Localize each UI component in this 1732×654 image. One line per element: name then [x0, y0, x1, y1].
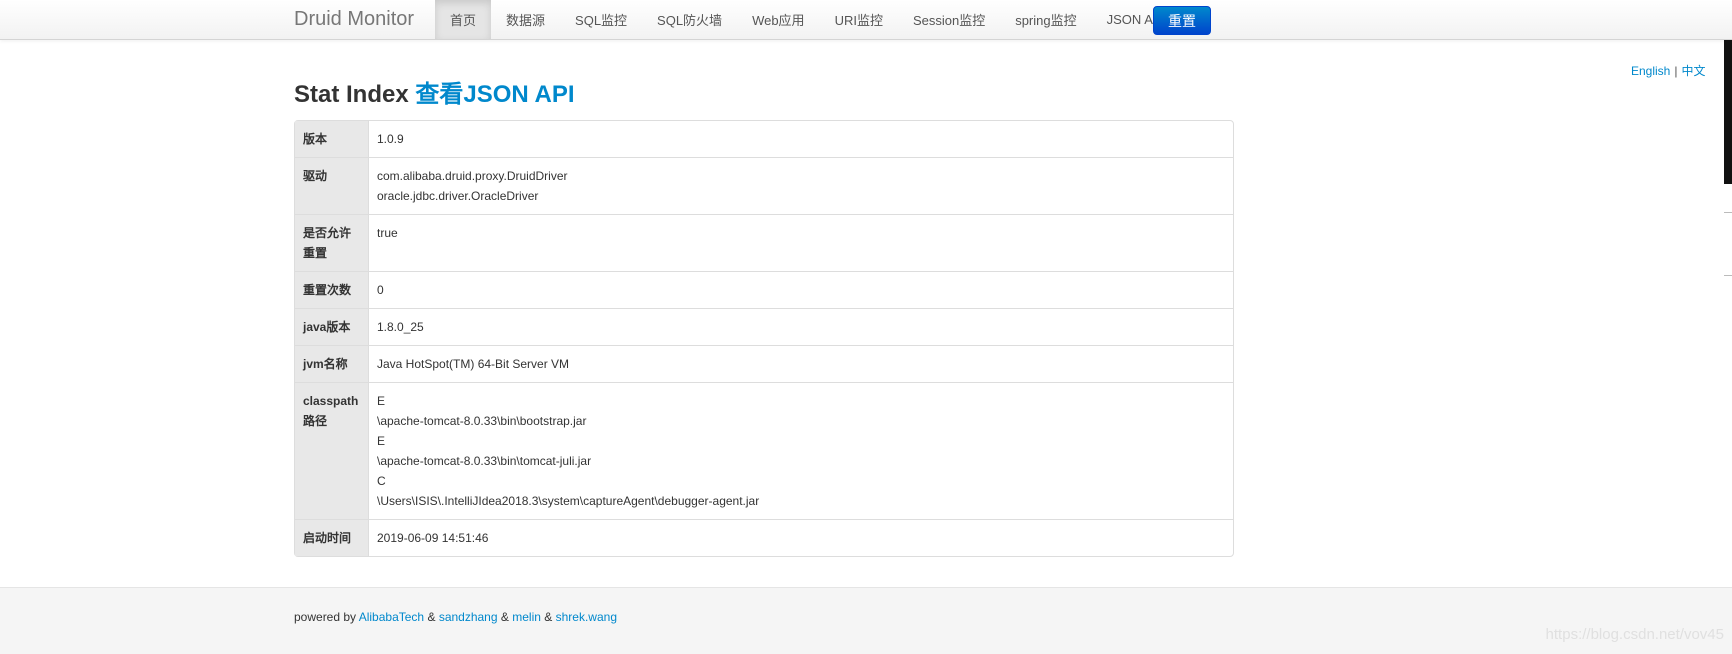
row-value: 0 — [369, 271, 1233, 308]
classpath-line: E — [377, 434, 386, 448]
row-value: true — [369, 214, 1233, 271]
footer-link-shrek-wang[interactable]: shrek.wang — [556, 610, 617, 624]
nav-item-home[interactable]: 首页 — [435, 0, 492, 39]
table-row: classpath 路径 E \apache-tomcat-8.0.33\bin… — [295, 382, 1233, 519]
classpath-line: E — [377, 394, 386, 408]
scrollbar-thumb[interactable] — [1724, 40, 1732, 184]
row-value: 2019-06-09 14:51:46 — [369, 519, 1233, 556]
driver-line: oracle.jdbc.driver.OracleDriver — [377, 189, 539, 203]
classpath-line: \apache-tomcat-8.0.33\bin\bootstrap.jar — [377, 414, 587, 428]
table-row: 启动时间 2019-06-09 14:51:46 — [295, 519, 1233, 556]
table-row: java版本 1.8.0_25 — [295, 308, 1233, 345]
table-row: 重置次数 0 — [295, 271, 1233, 308]
row-value: 1.8.0_25 — [369, 308, 1233, 345]
page-title-text: Stat Index — [294, 81, 409, 108]
row-key: 启动时间 — [295, 519, 369, 556]
chinese-link[interactable]: 中文 — [1681, 64, 1705, 78]
classpath-line: C — [377, 474, 386, 488]
row-value: Java HotSpot(TM) 64-Bit Server VM — [369, 345, 1233, 382]
nav-item-sql-firewall[interactable]: SQL防火墙 — [642, 0, 737, 39]
row-value: com.alibaba.druid.proxy.DruidDriver orac… — [369, 157, 1233, 214]
row-value: 1.0.9 — [377, 132, 404, 146]
scrollbar-tick — [1724, 275, 1732, 276]
row-key: 驱动 — [295, 157, 369, 214]
row-key-line: 重置 — [303, 246, 328, 260]
nav-item-web-app[interactable]: Web应用 — [737, 0, 820, 39]
classpath-line: \Users\ISIS\.IntelliJIdea2018.3\system\c… — [377, 494, 760, 508]
row-key-line: classpath — [303, 394, 359, 408]
footer-link-alibabatech[interactable]: AlibabaTech — [359, 610, 424, 624]
driver-line: com.alibaba.druid.proxy.DruidDriver — [377, 169, 568, 183]
footer-link-melin[interactable]: melin — [512, 610, 541, 624]
row-key-line: 路径 — [303, 414, 328, 428]
row-key: classpath 路径 — [295, 382, 369, 519]
lang-separator: | — [1674, 64, 1678, 78]
footer: powered by AlibabaTech & sandzhang & mel… — [0, 587, 1732, 654]
view-json-api-link[interactable]: 查看JSON API — [415, 81, 574, 108]
row-key: 是否允许 重置 — [295, 214, 369, 271]
classpath-line: \apache-tomcat-8.0.33\bin\tomcat-juli.ja… — [377, 454, 592, 468]
top-navbar: Druid Monitor 首页 数据源 SQL监控 SQL防火墙 Web应用 … — [0, 0, 1732, 40]
table-row: 版本 1.0.9 — [295, 121, 1233, 157]
scrollbar-tick — [1724, 212, 1732, 213]
amp-separator: & — [500, 610, 509, 624]
row-key: 版本 — [295, 121, 369, 157]
nav-item-sql-monitor[interactable]: SQL监控 — [560, 0, 642, 39]
row-key: jvm名称 — [295, 345, 369, 382]
footer-credits: powered by AlibabaTech & sandzhang & mel… — [294, 610, 617, 624]
nav-item-spring-monitor[interactable]: spring监控 — [1000, 0, 1091, 39]
main-nav: 首页 数据源 SQL监控 SQL防火墙 Web应用 URI监控 Session监… — [435, 0, 1180, 39]
nav-item-uri-monitor[interactable]: URI监控 — [820, 0, 898, 39]
footer-link-sandzhang[interactable]: sandzhang — [439, 610, 498, 624]
table-row: jvm名称 Java HotSpot(TM) 64-Bit Server VM — [295, 345, 1233, 382]
row-key: java版本 — [295, 308, 369, 345]
row-key: 重置次数 — [295, 271, 369, 308]
language-switch: English | 中文 — [1631, 62, 1706, 79]
row-value: E \apache-tomcat-8.0.33\bin\bootstrap.ja… — [369, 382, 1233, 519]
powered-by-text: powered by — [294, 610, 357, 624]
table-row: 是否允许 重置 true — [295, 214, 1233, 271]
nav-item-datasource[interactable]: 数据源 — [491, 0, 560, 39]
page-title: Stat Index 查看JSON API — [294, 74, 575, 109]
amp-separator: & — [544, 610, 553, 624]
row-key-line: 是否允许 — [303, 226, 352, 240]
amp-separator: & — [427, 610, 436, 624]
watermark: https://blog.csdn.net/vov45 — [1545, 626, 1724, 643]
table-row: 驱动 com.alibaba.druid.proxy.DruidDriver o… — [295, 157, 1233, 214]
reset-button[interactable]: 重置 — [1153, 6, 1211, 35]
english-link[interactable]: English — [1631, 64, 1670, 78]
nav-item-session-monitor[interactable]: Session监控 — [898, 0, 1000, 39]
stat-table: 版本 1.0.9 驱动 com.alibaba.druid.proxy.Drui… — [294, 120, 1234, 557]
brand-logo[interactable]: Druid Monitor — [294, 0, 414, 39]
